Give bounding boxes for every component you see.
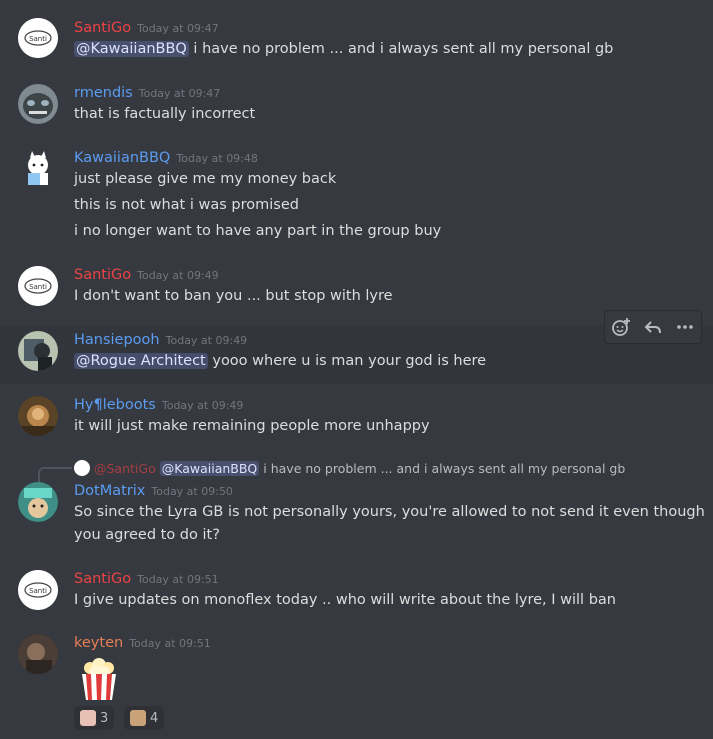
author-name[interactable]: keyten: [74, 635, 123, 651]
timestamp: Today at 09:48: [176, 152, 258, 165]
photo-avatar-icon: [18, 634, 58, 674]
user-mention[interactable]: @Rogue Architect: [74, 353, 208, 369]
author-name[interactable]: SantiGo: [74, 20, 131, 36]
reaction-chip[interactable]: 3: [74, 706, 115, 730]
author-name[interactable]: Hansiepooh: [74, 332, 160, 348]
dog-avatar-icon: [18, 482, 58, 522]
santigo-logo-icon: Santi: [18, 570, 58, 610]
timestamp: Today at 09:47: [138, 87, 221, 100]
avatar[interactable]: [18, 84, 58, 124]
user-mention[interactable]: @KawaiianBBQ: [74, 41, 189, 57]
reply-text: i have no problem ... and i always sent …: [263, 460, 626, 476]
author-name[interactable]: DotMatrix: [74, 483, 145, 499]
timestamp: Today at 09:51: [137, 573, 219, 586]
message-text: you agreed to do it?: [74, 527, 220, 543]
dog-reaction-icon: [130, 710, 146, 726]
svg-text:Santi: Santi: [29, 283, 47, 291]
author-name[interactable]: KawaiianBBQ: [74, 150, 170, 166]
author-name[interactable]: Hy¶leboots: [74, 397, 156, 413]
timestamp: Today at 09:50: [151, 485, 233, 498]
avatar[interactable]: Santi: [18, 266, 58, 306]
photo-avatar-icon: [18, 331, 58, 371]
santigo-logo-icon: Santi: [18, 18, 58, 58]
timestamp: Today at 09:49: [137, 269, 219, 282]
message-line: @Rogue Architect yooo where u is man you…: [74, 353, 486, 369]
avatar[interactable]: Santi: [18, 18, 58, 58]
avatar[interactable]: [18, 634, 58, 674]
reply-author[interactable]: @SantiGo: [94, 461, 156, 476]
popcorn-emoji-icon: [76, 656, 122, 702]
message-toolbar: [604, 310, 702, 344]
svg-text:Santi: Santi: [29, 587, 47, 595]
user-mention[interactable]: @KawaiianBBQ: [159, 460, 260, 476]
santigo-logo-icon: Santi: [18, 266, 58, 306]
reply-reference[interactable]: @SantiGo @KawaiianBBQ i have no problem …: [74, 460, 625, 476]
message-text: I give updates on monoflex today .. who …: [74, 592, 616, 608]
photo-avatar-icon: [18, 396, 58, 436]
timestamp: Today at 09:51: [129, 637, 211, 650]
message-text: that is factually incorrect: [74, 106, 256, 122]
message-text: i have no problem ... and i always sent …: [188, 41, 614, 57]
reaction-chip[interactable]: 4: [124, 706, 165, 730]
timestamp: Today at 09:49: [165, 334, 248, 347]
timestamp: Today at 09:49: [161, 399, 244, 412]
author-name[interactable]: SantiGo: [74, 267, 131, 283]
message-text: yooo where u is man your god is here: [207, 353, 487, 369]
timestamp: Today at 09:47: [137, 22, 219, 35]
reply-avatar: [74, 460, 90, 476]
more-icon[interactable]: [674, 316, 696, 338]
author-name[interactable]: SantiGo: [74, 571, 131, 587]
message-text: i no longer want to have any part in the…: [74, 223, 442, 239]
reply-spine: [38, 467, 72, 483]
message-text: I don't want to ban you ... but stop wit…: [74, 288, 393, 304]
cat-reaction-icon: [80, 710, 96, 726]
message-text: this is not what i was promised: [74, 197, 299, 213]
message-text: just please give me my money back: [74, 171, 337, 187]
reaction-count: 4: [150, 710, 159, 726]
avatar[interactable]: [18, 149, 58, 189]
author-name[interactable]: rmendis: [74, 85, 133, 101]
avatar[interactable]: [18, 482, 58, 522]
avatar[interactable]: Santi: [18, 570, 58, 610]
add-reaction-icon[interactable]: [610, 316, 632, 338]
cat-sticker-icon: [28, 151, 48, 185]
avatar[interactable]: [18, 331, 58, 371]
message-line: @KawaiianBBQ i have no problem ... and i…: [74, 41, 613, 57]
message-text: So since the Lyra GB is not personally y…: [74, 504, 705, 520]
robot-face-icon: [18, 84, 58, 124]
avatar[interactable]: [18, 396, 58, 436]
message-text: it will just make remaining people more …: [74, 418, 430, 434]
reaction-count: 3: [100, 710, 109, 726]
svg-text:Santi: Santi: [29, 35, 47, 43]
reply-icon[interactable]: [642, 316, 664, 338]
